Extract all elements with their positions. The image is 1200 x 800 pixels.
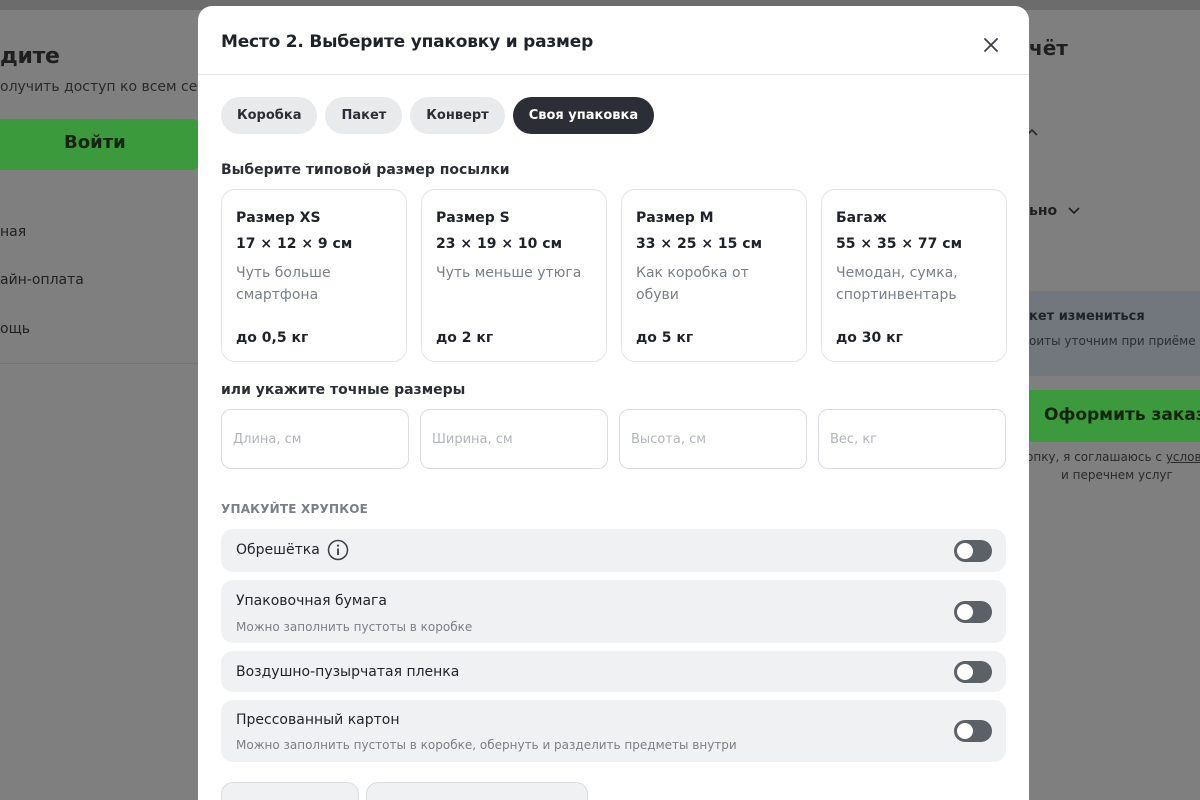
modal-header: Место 2. Выберите упаковку и размер [198, 6, 1029, 75]
bubble-wrap-toggle[interactable] [954, 661, 992, 683]
background-info-title: кет измениться [1029, 309, 1145, 324]
wrapping-paper-toggle[interactable] [954, 601, 992, 623]
background-left-item[interactable]: ощь [0, 321, 30, 337]
option-crate: Обрешётка [221, 529, 1006, 572]
terms-prefix: опку, я соглашаюсь с [1026, 450, 1166, 464]
toggle-knob [957, 543, 973, 559]
packaging-tabs: Коробка Пакет Конверт Своя упаковка [221, 97, 655, 134]
background-left-item[interactable]: айн-оплата [0, 272, 84, 288]
size-weight: до 0,5 кг [236, 330, 309, 346]
background-left-title: дите [0, 44, 60, 69]
background-right-title: чёт [1029, 36, 1068, 60]
close-button[interactable] [978, 32, 1004, 58]
tab-bag[interactable]: Пакет [325, 97, 403, 134]
pressed-cardboard-toggle[interactable] [954, 720, 992, 742]
tab-own-packaging[interactable]: Своя упаковка [512, 97, 655, 134]
size-card-s[interactable]: Размер S 23 × 19 × 10 см Чуть меньше утю… [421, 189, 607, 362]
login-button[interactable]: Войти [0, 119, 200, 170]
toggle-knob [957, 664, 973, 680]
size-dimensions: 55 × 35 × 77 см [836, 236, 963, 252]
crate-toggle[interactable] [954, 540, 992, 562]
option-title: Прессованный картон [236, 712, 400, 728]
size-description: Чемодан, сумка, спортинвентарь [836, 265, 958, 303]
background-terms-line: опку, я соглашаюсь с услови [1026, 450, 1200, 464]
width-input[interactable] [420, 409, 608, 469]
option-title: Обрешётка [236, 542, 320, 558]
length-input[interactable] [221, 409, 409, 469]
footer-button-left[interactable] [221, 782, 359, 800]
option-title: Воздушно-пузырчатая пленка [236, 664, 460, 680]
size-cards: Размер XS 17 × 12 × 9 см Чуть больше сма… [221, 189, 1007, 362]
place-order-button[interactable]: Оформить заказ [1029, 390, 1200, 442]
size-weight: до 5 кг [636, 330, 694, 346]
size-weight: до 2 кг [436, 330, 494, 346]
place-order-label: Оформить заказ [1044, 405, 1200, 425]
fragile-section-label: УПАКУЙТЕ ХРУПКОЕ [221, 502, 368, 516]
info-icon[interactable] [327, 539, 349, 561]
size-description: Как коробка от обуви [636, 265, 749, 303]
height-input[interactable] [619, 409, 807, 469]
size-name: Размер M [636, 210, 714, 226]
size-description: Чуть меньше утюга [436, 265, 582, 281]
background-terms-line: и перечнем услуг [1061, 468, 1173, 482]
size-description: Чуть больше смартфона [236, 265, 331, 303]
sizes-section-label: Выберите типовой размер посылки [221, 162, 510, 178]
footer-button-right[interactable] [366, 782, 588, 800]
option-subtitle: Можно заполнить пустоты в коробке, оберн… [236, 738, 737, 752]
close-icon [984, 38, 998, 52]
option-pressed-cardboard: Прессованный картон Можно заполнить пуст… [221, 700, 1006, 762]
weight-input[interactable] [818, 409, 1006, 469]
modal-title: Место 2. Выберите упаковку и размер [221, 32, 594, 52]
toggle-knob [957, 723, 973, 739]
packaging-modal: Место 2. Выберите упаковку и размер Коро… [198, 6, 1029, 800]
size-card-m[interactable]: Размер M 33 × 25 × 15 см Как коробка от … [621, 189, 807, 362]
size-dimensions: 23 × 19 × 10 см [436, 236, 563, 252]
size-weight: до 30 кг [836, 330, 903, 346]
background-info-text: оиты уточним при приёме в [1029, 334, 1200, 348]
toggle-knob [957, 604, 973, 620]
background-left-item[interactable]: ная [0, 224, 26, 240]
size-name: Багаж [836, 210, 887, 226]
chevron-down-icon [1068, 207, 1080, 215]
size-card-luggage[interactable]: Багаж 55 × 35 × 77 см Чемодан, сумка, сп… [821, 189, 1007, 362]
background-divider [0, 363, 200, 364]
background-dropdown-label: ьно [1029, 203, 1058, 219]
option-subtitle: Можно заполнить пустоты в коробке [236, 620, 473, 634]
login-label: Войти [64, 132, 126, 153]
option-title: Упаковочная бумага [236, 593, 387, 609]
size-name: Размер S [436, 210, 510, 226]
option-bubble-wrap: Воздушно-пузырчатая пленка [221, 651, 1006, 692]
background-left-subtitle: олучить доступ ко всем сервис [0, 79, 232, 95]
size-card-xs[interactable]: Размер XS 17 × 12 × 9 см Чуть больше сма… [221, 189, 407, 362]
size-dimensions: 33 × 25 × 15 см [636, 236, 763, 252]
exact-size-inputs [221, 409, 1006, 469]
size-name: Размер XS [236, 210, 321, 226]
tab-envelope[interactable]: Конверт [410, 97, 505, 134]
size-dimensions: 17 × 12 × 9 см [236, 236, 353, 252]
background-right-dropdown[interactable]: ьно [1029, 203, 1080, 219]
option-wrapping-paper: Упаковочная бумага Можно заполнить пусто… [221, 580, 1006, 643]
exact-size-label: или укажите точные размеры [221, 382, 466, 398]
tab-box[interactable]: Коробка [221, 97, 318, 134]
terms-link[interactable]: услови [1166, 450, 1200, 464]
